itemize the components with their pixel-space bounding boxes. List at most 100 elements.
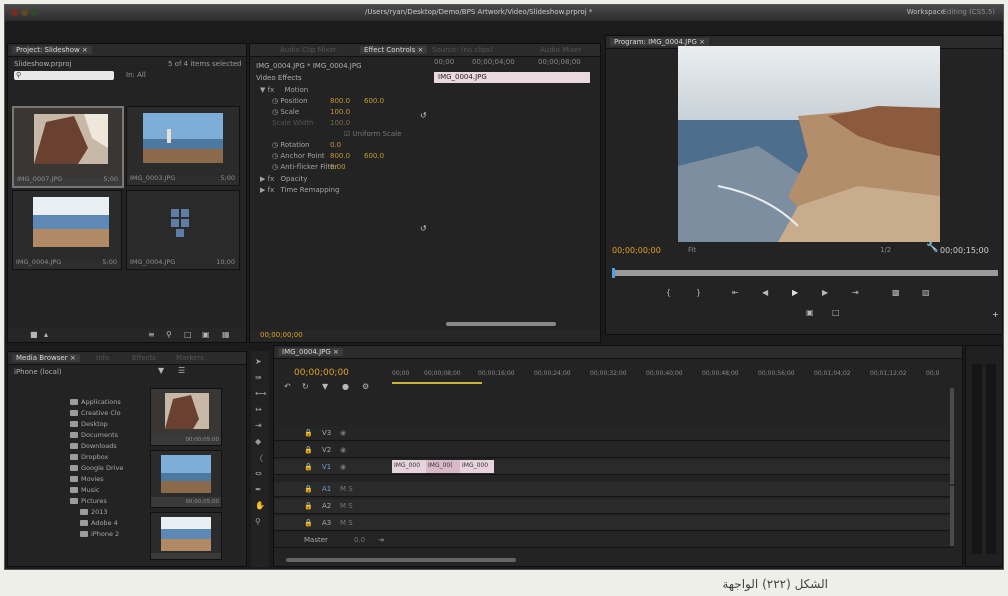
tab-effect-controls[interactable]: Effect Controls × <box>360 46 428 54</box>
program-timecode[interactable]: 00;00;00;00 <box>612 246 661 255</box>
ec-timecode[interactable]: 00;00;00;00 <box>260 331 303 339</box>
tab-media-browser[interactable]: Media Browser × <box>12 354 80 362</box>
program-fit-dropdown[interactable]: Fit <box>688 246 696 254</box>
eye-icon[interactable]: ◉ <box>340 429 346 437</box>
antiflicker-row[interactable]: ◷ Anti-flicker Filter 0.00 <box>272 163 346 171</box>
playhead-marker[interactable] <box>612 268 615 278</box>
antiflicker-value[interactable]: 0.00 <box>330 163 346 171</box>
button-editor-icon[interactable]: □ <box>832 308 840 317</box>
list-view-icon[interactable]: ■ <box>30 330 38 339</box>
anchor-x[interactable]: 800.0 <box>330 152 350 160</box>
view-icon[interactable]: ☰ <box>178 366 185 375</box>
find-icon[interactable]: ⚲ <box>166 330 172 339</box>
position-x[interactable]: 800.0 <box>330 97 350 105</box>
anchor-row[interactable]: ◷ Anchor Point 800.0 600.0 <box>272 152 384 160</box>
expand-triangle-icon[interactable]: ▶ fx <box>260 175 274 183</box>
pen-tool-icon[interactable]: ✒ <box>255 485 262 494</box>
timeline-clip-1[interactable]: IMG_000 <box>392 460 426 473</box>
tab-info[interactable]: Info <box>96 354 109 362</box>
mute-icon[interactable]: M S <box>340 519 353 527</box>
mark-out-icon[interactable]: } <box>696 288 701 297</box>
export-frame-icon[interactable]: ▣ <box>806 308 814 317</box>
track-select-tool-icon[interactable]: ⇛ <box>255 373 262 382</box>
go-to-out-icon[interactable]: ⇥ <box>852 288 859 297</box>
folder-google-drive[interactable]: Google Drive <box>70 464 123 472</box>
razor-tool-icon[interactable]: ◆ <box>255 437 261 446</box>
folder-movies[interactable]: Movies <box>70 475 104 483</box>
wrench-icon[interactable]: 🔧 <box>926 242 938 253</box>
track-v1[interactable]: 🔒 V1 ◉ IMG_000 IMG_00( IMG_000 <box>274 460 954 475</box>
go-to-end-icon[interactable]: ⇥ <box>378 536 384 544</box>
folder-desktop[interactable]: Desktop <box>70 420 108 428</box>
media-thumb-3[interactable] <box>150 512 222 560</box>
media-thumb-1[interactable]: 00;00;05;00 <box>150 388 222 446</box>
zoom-tool-icon[interactable]: ⚲ <box>255 517 261 526</box>
track-v2[interactable]: 🔒 V2 ◉ <box>274 443 954 458</box>
project-item-thumb-2[interactable]: IMG_0003.JPG 5;00 <box>126 106 240 186</box>
lock-icon[interactable]: 🔒 <box>304 429 313 437</box>
filter-icon[interactable]: ▼ <box>158 366 164 375</box>
folder-applications[interactable]: Applications <box>70 398 121 406</box>
tab-project[interactable]: Project: Slideshow × <box>12 46 92 54</box>
project-search-input[interactable]: ⚲ <box>14 71 114 80</box>
project-item-thumb-1[interactable]: IMG_0007.JPG 5;00 <box>12 106 124 188</box>
program-video-frame[interactable] <box>678 46 940 242</box>
stopwatch-icon[interactable]: ◷ <box>272 163 278 171</box>
step-forward-icon[interactable]: ▶ <box>822 288 828 297</box>
stopwatch-icon[interactable]: ◷ <box>272 108 278 116</box>
icon-view-icon[interactable]: ▴ <box>44 330 48 339</box>
program-scrub-bar[interactable] <box>612 268 998 278</box>
uniform-scale-row[interactable]: ☑ Uniform Scale <box>344 130 401 138</box>
wrench-icon[interactable]: ⚙ <box>362 382 369 391</box>
tab-audio-clip-mixer[interactable]: Audio Clip Mixer <box>280 46 337 54</box>
motion-row[interactable]: ▼ fx Motion <box>260 86 308 94</box>
rate-stretch-tool-icon[interactable]: ⇥ <box>255 421 262 430</box>
eye-icon[interactable]: ◉ <box>340 463 346 471</box>
eye-icon[interactable]: ◉ <box>340 446 346 454</box>
rotation-row[interactable]: ◷ Rotation 0.0 <box>272 141 341 149</box>
lock-icon[interactable]: 🔒 <box>304 485 313 493</box>
new-bin-icon[interactable]: □ <box>184 330 192 339</box>
stopwatch-icon[interactable]: ◷ <box>272 97 278 105</box>
ec-clip-bar[interactable]: IMG_0004.JPG <box>434 72 590 83</box>
stopwatch-icon[interactable]: ◷ <box>272 152 278 160</box>
tab-source[interactable]: Source: (no clips) <box>432 46 493 54</box>
slip-tool-icon[interactable]: 〈 <box>255 453 263 464</box>
folder-adobe[interactable]: Adobe 4 <box>80 519 118 527</box>
rolling-edit-tool-icon[interactable]: ↔ <box>255 405 262 414</box>
timeline-vscroll-audio[interactable] <box>950 486 954 546</box>
trash-icon[interactable]: ▦ <box>222 330 230 339</box>
stopwatch-icon[interactable]: ◷ <box>272 141 278 149</box>
track-master[interactable]: Master 0.0 ⇥ <box>274 533 954 548</box>
time-remapping-row[interactable]: ▶ fx Time Remapping <box>260 186 340 194</box>
add-marker-icon[interactable]: ▼ <box>322 382 328 391</box>
work-area-bar[interactable] <box>392 382 482 384</box>
hand-tool-icon[interactable]: ✋ <box>255 501 265 510</box>
minimize-window-button[interactable] <box>21 9 28 16</box>
folder-music[interactable]: Music <box>70 486 100 494</box>
tab-markers[interactable]: Markers <box>176 354 204 362</box>
folder-pictures[interactable]: Pictures <box>70 497 107 505</box>
ec-time-ruler[interactable]: 00;00 00;00;04;00 00;00;08;00 <box>432 58 592 68</box>
lock-icon[interactable]: 🔒 <box>304 502 313 510</box>
master-volume[interactable]: 0.0 <box>354 536 365 544</box>
program-zoom[interactable]: 1/2 <box>880 246 891 254</box>
reset-motion-icon[interactable]: ↺ <box>420 111 427 120</box>
folder-downloads[interactable]: Downloads <box>70 442 117 450</box>
position-row[interactable]: ◷ Position 800.0 600.0 <box>272 97 384 105</box>
project-in-filter[interactable]: In: All <box>126 71 146 79</box>
timeline-scrollbar[interactable] <box>286 558 516 562</box>
close-window-button[interactable] <box>11 9 18 16</box>
lock-icon[interactable]: 🔒 <box>304 446 313 454</box>
slide-tool-icon[interactable]: ⇔ <box>255 469 262 478</box>
folder-creative-cloud[interactable]: Creative Clo <box>70 409 121 417</box>
reset-icon[interactable]: ↺ <box>420 224 427 233</box>
timeline-timecode[interactable]: 00;00;00;00 <box>294 368 349 378</box>
scale-value[interactable]: 100.0 <box>330 108 350 116</box>
go-to-in-icon[interactable]: ⇤ <box>732 288 739 297</box>
track-a2[interactable]: 🔒 A2 M S <box>274 499 954 514</box>
fx-toggle-icon[interactable]: ▼ fx <box>260 86 274 94</box>
track-a3[interactable]: 🔒 A3 M S <box>274 516 954 531</box>
play-icon[interactable]: ▶ <box>792 288 798 297</box>
project-item-thumb-4[interactable]: IMG_0004.JPG 10;00 <box>126 190 240 270</box>
